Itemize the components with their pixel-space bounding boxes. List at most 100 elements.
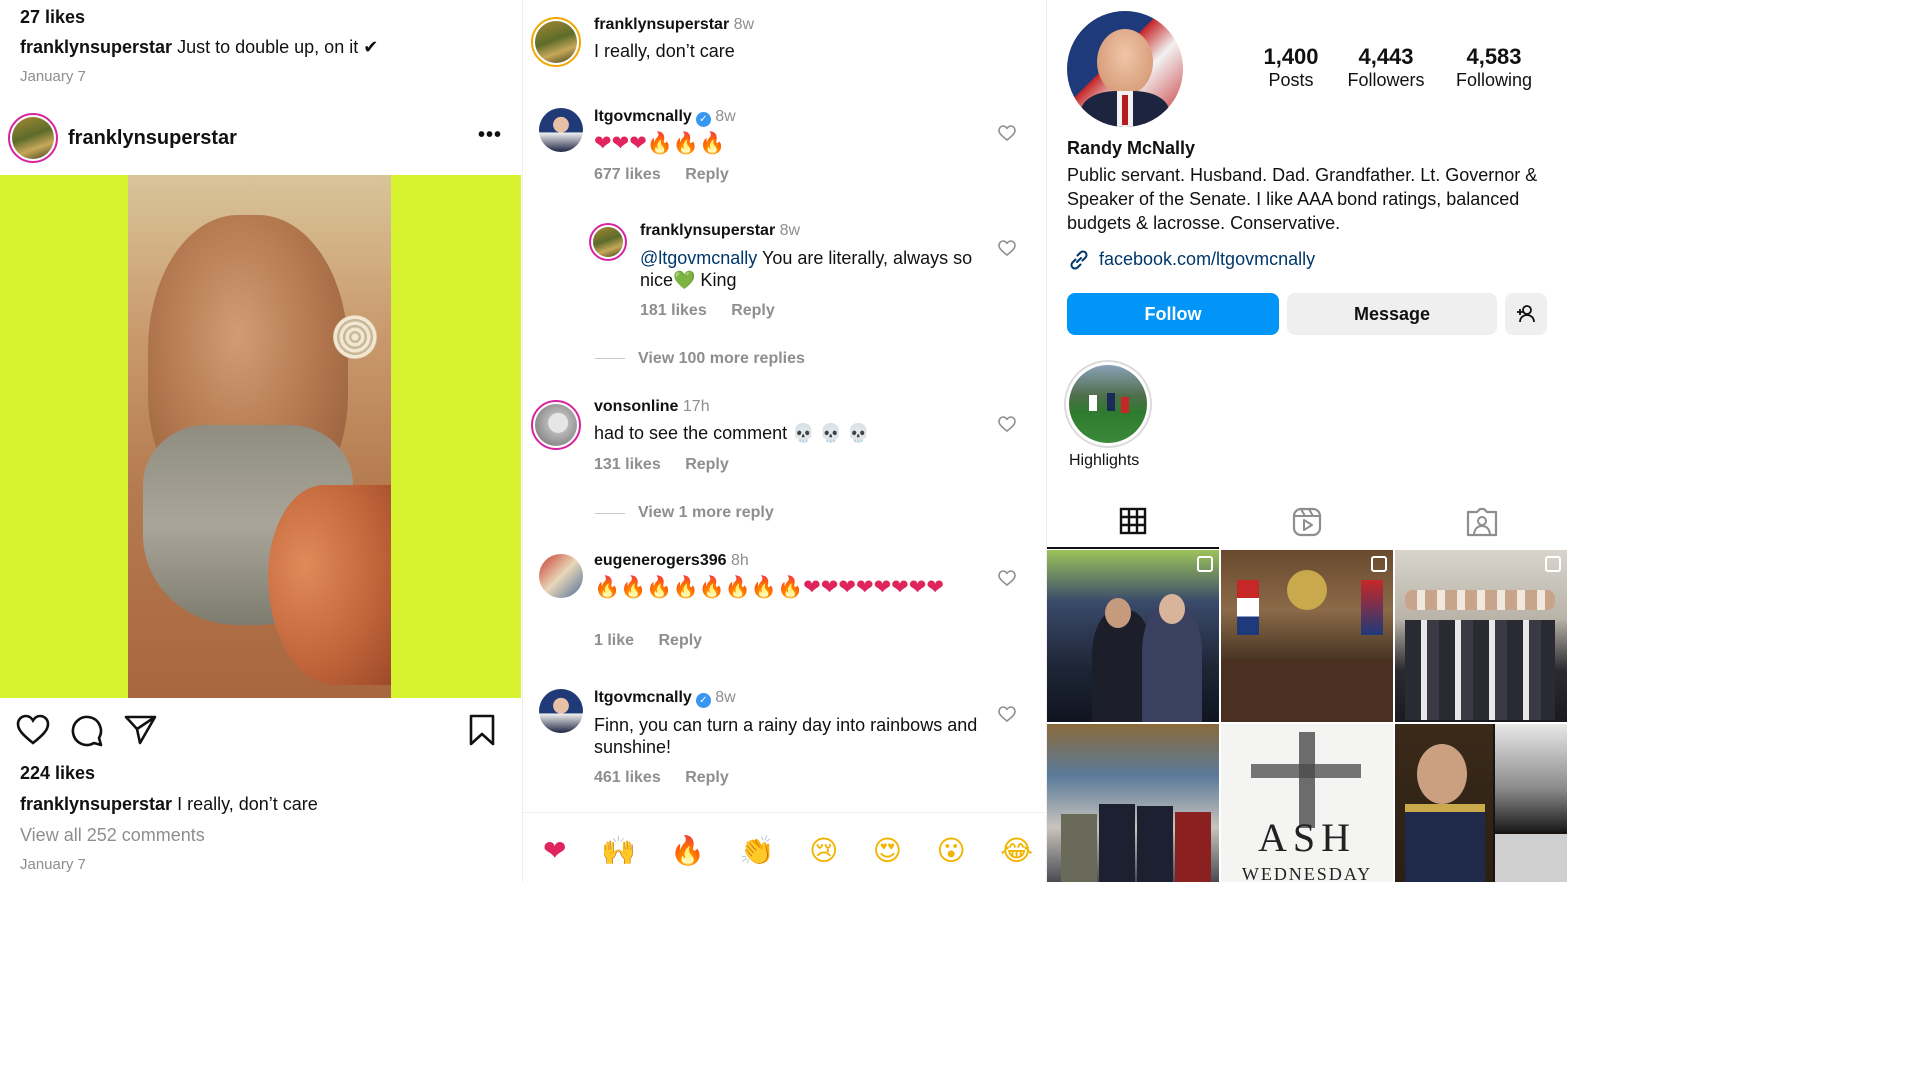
grid-post[interactable] [1395,550,1567,722]
comment-avatar[interactable] [531,17,581,67]
comment-avatar[interactable] [531,400,581,450]
reply-avatar[interactable] [589,223,627,261]
comment-text: @ltgovmcnally You are literally, always … [640,247,985,291]
comment-username[interactable]: franklynsuperstar [640,222,775,239]
reaction-heart-icon[interactable]: ❤ [543,834,566,867]
post-image[interactable] [0,175,521,698]
grid-post-text: WEDNESDAY [1241,864,1373,882]
comment-avatar[interactable] [539,554,583,598]
active-tab-indicator [1047,547,1219,549]
reaction-heart-eyes-icon[interactable]: 😍 [873,834,902,867]
reply-button[interactable]: Reply [658,632,702,649]
grid-post[interactable] [1047,724,1219,882]
top-caption-text: Just to double up, on it ✔ [177,37,379,57]
reply-button[interactable]: Reply [731,302,775,319]
reaction-fire-icon[interactable]: 🔥 [670,834,705,867]
follow-button[interactable]: Follow [1067,293,1279,335]
profile-panel: 1,400 Posts 4,443 Followers 4,583 Follow… [1046,0,1568,882]
bookmark-icon[interactable] [469,714,495,746]
comment-likes[interactable]: 181 likes [640,302,707,319]
suggest-people-button[interactable] [1505,293,1547,335]
top-likes-count[interactable]: 27 likes [20,7,85,28]
replies-divider [595,358,625,359]
comment-text: Finn, you can turn a rainy day into rain… [594,715,978,757]
comment-like-heart-icon[interactable] [998,125,1016,141]
comment-avatar[interactable] [539,108,583,152]
mention-link[interactable]: @ltgovmcnally [640,248,757,268]
view-more-replies-link[interactable]: View 1 more reply [638,504,774,522]
reaction-clap-icon[interactable]: 👏 [740,834,775,867]
comment-username[interactable]: eugenerogers396 [594,552,727,569]
comment-avatar[interactable] [539,689,583,733]
highlight-label: Highlights [1069,452,1140,469]
comment-like-heart-icon[interactable] [998,706,1016,722]
view-all-comments-link[interactable]: View all 252 comments [20,825,205,846]
comment-text: I really, don’t care [594,41,735,61]
view-more-replies-link[interactable]: View 100 more replies [638,350,805,368]
more-options-icon[interactable]: ••• [478,124,502,147]
stat-following[interactable]: 4,583 Following [1444,44,1544,91]
comment-text: 🔥🔥🔥🔥🔥🔥🔥🔥❤❤❤❤❤❤❤❤ [594,575,944,599]
multi-photo-icon [1371,556,1387,572]
comment-time: 17h [682,398,710,415]
reels-tab-icon[interactable] [1292,507,1322,537]
comment-like-heart-icon[interactable] [998,570,1016,586]
top-post-date: January 7 [20,68,86,85]
tagged-tab-icon[interactable] [1466,507,1498,537]
comment-username[interactable]: franklynsuperstar [594,16,729,33]
comment-like-heart-icon[interactable] [998,240,1016,256]
post-likes-count[interactable]: 224 likes [20,763,95,784]
profile-name: Randy McNally [1067,138,1196,158]
post-caption-user[interactable]: franklynsuperstar [20,794,172,814]
stat-followers-count: 4,443 [1358,44,1414,69]
post-author-avatar[interactable] [8,113,58,163]
reply-button[interactable]: Reply [685,166,729,183]
reaction-crying-icon[interactable]: 😢 [809,834,838,867]
grid-post[interactable] [1221,550,1393,722]
like-heart-icon[interactable] [16,714,50,746]
grid-post[interactable] [1047,550,1219,722]
highlight-circle[interactable] [1064,360,1152,448]
stat-followers-label: Followers [1347,70,1425,90]
stat-following-label: Following [1455,70,1533,90]
reaction-laughing-icon[interactable]: 😂 [1000,834,1033,867]
reaction-raised-hands-icon[interactable]: 🙌 [601,834,636,867]
top-caption-user[interactable]: franklynsuperstar [20,37,172,57]
stat-following-count: 4,583 [1466,44,1522,69]
comment-header: franklynsuperstar 8w [594,16,754,34]
post-panel: 27 likes franklynsuperstar Just to doubl… [0,0,521,882]
link-icon [1070,250,1088,270]
profile-avatar[interactable] [1067,11,1183,127]
reaction-surprised-icon[interactable]: 😮 [937,834,966,867]
comment-time: 8w [715,108,736,125]
post-author-username[interactable]: franklynsuperstar [68,127,237,150]
comment-likes[interactable]: 461 likes [594,769,661,786]
comment-likes[interactable]: 1 like [594,632,634,649]
profile-link[interactable]: facebook.com/ltgovmcnally [1099,249,1315,270]
comment-username[interactable]: ltgovmcnally [594,108,692,125]
multi-photo-icon [1545,556,1561,572]
comment-likes[interactable]: 677 likes [594,166,661,183]
stat-followers[interactable]: 4,443 Followers [1331,44,1441,91]
message-button[interactable]: Message [1287,293,1497,335]
ceiling-vent [333,315,377,359]
grid-post[interactable]: ASH WEDNESDAY [1221,724,1393,882]
grid-tab-icon[interactable] [1119,507,1147,535]
comment-username[interactable]: ltgovmcnally [594,689,692,706]
comments-panel: franklynsuperstar 8w I really, don’t car… [522,0,1045,882]
comment-username[interactable]: vonsonline [594,398,678,415]
reply-button[interactable]: Reply [685,456,729,473]
comment-time: 8w [733,16,755,33]
comment-text: ❤❤❤🔥🔥🔥 [594,131,726,155]
comment-time: 8w [715,689,736,706]
comment-likes[interactable]: 131 likes [594,456,661,473]
grid-post[interactable] [1395,724,1567,882]
comment-meta: 181 likes Reply [640,302,775,320]
reply-button[interactable]: Reply [685,769,729,786]
comment-time: 8w [779,222,801,239]
comment-header: franklynsuperstar 8w [640,222,800,240]
verified-badge-icon: ✓ [695,112,711,127]
comment-bubble-icon[interactable] [70,714,104,748]
comment-like-heart-icon[interactable] [998,416,1016,432]
share-send-icon[interactable] [124,714,158,746]
